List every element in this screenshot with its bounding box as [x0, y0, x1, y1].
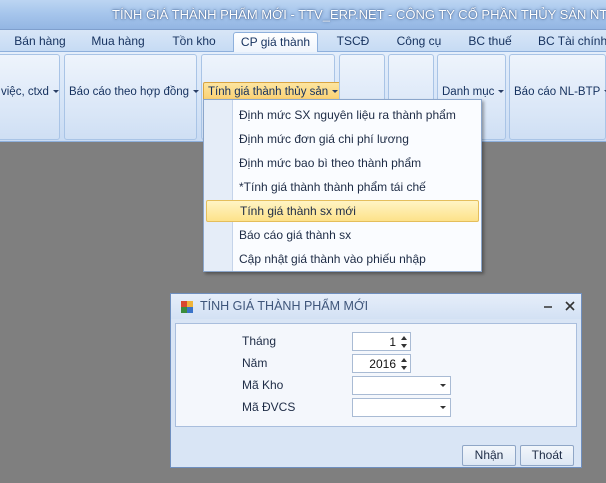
window-title: TÍNH GIÁ THÀNH PHẨM MỚI - TTV_ERP.NET - … — [112, 7, 606, 22]
thang-spinner[interactable]: 1 — [352, 332, 411, 351]
tab-bc-tai-chinh[interactable]: BC Tài chính — [538, 32, 606, 52]
cong-viec-button[interactable]: việc, ctxd — [1, 82, 59, 102]
ribbon-tabs: Bán hàng Mua hàng Tồn kho CP giá thành T… — [0, 30, 606, 53]
nam-spinner[interactable]: 2016 — [352, 354, 411, 373]
cong-viec-label: việc, ctxd — [1, 86, 49, 98]
dropdown-arrow-icon[interactable] — [440, 384, 446, 387]
window-titlebar: TÍNH GIÁ THÀNH PHẨM MỚI - TTV_ERP.NET - … — [0, 0, 606, 30]
tinh-gia-thanh-menu: Định mức SX nguyên liệu ra thành phẩm Đị… — [203, 99, 482, 272]
thang-label: Tháng — [242, 334, 277, 348]
minimize-icon[interactable] — [541, 299, 555, 313]
tinh-gia-thuy-san-label: Tính giá thành thủy sản — [208, 86, 329, 98]
ribbon-group-bao-cao-hop-dong: Báo cáo theo hợp đồng — [64, 54, 200, 140]
bao-cao-nl-btp-button[interactable]: Báo cáo NL-BTP — [514, 82, 606, 102]
thang-value: 1 — [389, 335, 396, 349]
ma-dvcs-combo[interactable] — [352, 398, 451, 417]
tab-bc-thue[interactable]: BC thuế — [467, 32, 513, 52]
tab-ton-kho[interactable]: Tồn kho — [170, 32, 218, 52]
menu-item-tinh-gia-tai-che[interactable]: *Tính giá thành thành phẩm tái chế — [206, 176, 479, 198]
chevron-down-icon — [193, 90, 200, 94]
dialog-form: Tháng 1 Năm 2016 Mã Kho Mã ĐVCS — [175, 323, 577, 427]
chevron-down-icon — [498, 90, 505, 94]
menu-item-bao-cao-gia-thanh[interactable]: Báo cáo giá thành sx — [206, 224, 479, 246]
spin-up-icon[interactable] — [399, 356, 409, 364]
dialog-titlebar[interactable]: TÍNH GIÁ THÀNH PHẨM MỚI — [171, 294, 581, 319]
tab-cp-gia-thanh[interactable]: CP giá thành — [233, 32, 318, 53]
tab-cong-cu[interactable]: Công cụ — [395, 32, 443, 52]
bao-cao-nl-btp-label: Báo cáo NL-BTP — [514, 86, 601, 98]
bao-cao-hop-dong-label: Báo cáo theo hợp đồng — [69, 86, 190, 98]
tab-ban-hang[interactable]: Bán hàng — [12, 32, 68, 52]
danh-muc-label: Danh mục — [442, 86, 495, 98]
chevron-down-icon — [52, 90, 59, 94]
menu-item-cap-nhat-gia-thanh[interactable]: Cập nhật giá thành vào phiếu nhập — [206, 248, 479, 270]
dropdown-arrow-icon[interactable] — [440, 406, 446, 409]
nhan-button[interactable]: Nhận — [462, 445, 516, 466]
tab-mua-hang[interactable]: Mua hàng — [90, 32, 146, 52]
tinh-gia-thanh-dialog: TÍNH GIÁ THÀNH PHẨM MỚI Tháng 1 Năm 2016… — [170, 293, 582, 468]
menu-item-dinh-muc-bao-bi[interactable]: Định mức bao bì theo thành phẩm — [206, 152, 479, 174]
close-icon[interactable] — [563, 299, 577, 313]
tab-tscd[interactable]: TSCĐ — [335, 32, 371, 52]
menu-item-dinh-muc-sx[interactable]: Định mức SX nguyên liệu ra thành phẩm — [206, 104, 479, 126]
ribbon-group-cong-viec: việc, ctxd — [0, 54, 60, 140]
bao-cao-hop-dong-button[interactable]: Báo cáo theo hợp đồng — [69, 82, 200, 102]
menu-item-tinh-gia-sx-moi[interactable]: Tính giá thành sx mới — [206, 200, 479, 222]
nam-value: 2016 — [369, 357, 396, 371]
ma-dvcs-label: Mã ĐVCS — [242, 400, 296, 414]
ribbon-group-bao-cao-nl-btp: Báo cáo NL-BTP — [509, 54, 606, 140]
chevron-down-icon — [332, 90, 339, 94]
thoat-button[interactable]: Thoát — [520, 445, 574, 466]
nam-label: Năm — [242, 356, 268, 370]
spin-up-icon[interactable] — [399, 334, 409, 342]
ma-kho-label: Mã Kho — [242, 378, 284, 392]
spin-down-icon[interactable] — [399, 342, 409, 350]
menu-item-dinh-muc-don-gia[interactable]: Định mức đơn giá chi phí lương — [206, 128, 479, 150]
ma-kho-combo[interactable] — [352, 376, 451, 395]
app-icon — [181, 301, 193, 313]
spin-down-icon[interactable] — [399, 364, 409, 372]
dialog-title: TÍNH GIÁ THÀNH PHẨM MỚI — [200, 299, 369, 313]
